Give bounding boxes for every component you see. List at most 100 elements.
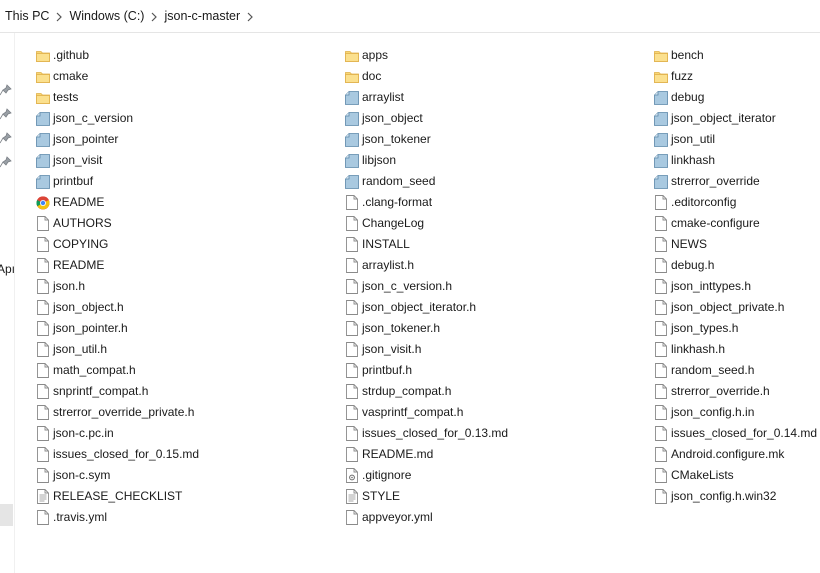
file-item[interactable]: README: [36, 192, 345, 213]
file-item[interactable]: STYLE: [345, 486, 654, 507]
file-item[interactable]: json_object_iterator.h: [345, 297, 654, 318]
file-name: README.md: [362, 447, 434, 461]
file-item[interactable]: .travis.yml: [36, 507, 345, 528]
file-item[interactable]: linkhash.h: [654, 339, 820, 360]
file-item[interactable]: printbuf: [36, 171, 345, 192]
file-name: fuzz: [671, 69, 694, 83]
file-icon: [36, 279, 50, 295]
file-item[interactable]: json_util.h: [36, 339, 345, 360]
chevron-right-icon[interactable]: [50, 9, 68, 23]
file-item[interactable]: vasprintf_compat.h: [345, 402, 654, 423]
file-item[interactable]: .editorconfig: [654, 192, 820, 213]
file-item[interactable]: json_pointer: [36, 129, 345, 150]
breadcrumb-json-c-master[interactable]: json-c-master: [163, 9, 241, 23]
file-item[interactable]: strerror_override: [654, 171, 820, 192]
file-item[interactable]: .clang-format: [345, 192, 654, 213]
file-item[interactable]: json_config.h.in: [654, 402, 820, 423]
pin-icon[interactable]: [0, 84, 12, 96]
pin-icon[interactable]: [0, 108, 12, 120]
file-item[interactable]: json_util: [654, 129, 820, 150]
file-item[interactable]: json_types.h: [654, 318, 820, 339]
file-item[interactable]: arraylist.h: [345, 255, 654, 276]
file-item[interactable]: json_c_version: [36, 108, 345, 129]
file-item[interactable]: json-c.pc.in: [36, 423, 345, 444]
file-icon: [654, 321, 668, 337]
nav-item-label[interactable]: Apı: [0, 262, 15, 276]
chevron-right-icon[interactable]: [241, 9, 259, 23]
file-item[interactable]: json_tokener.h: [345, 318, 654, 339]
breadcrumb-this-pc[interactable]: This PC: [4, 9, 50, 23]
nav-selected-item[interactable]: [0, 504, 13, 526]
file-item[interactable]: arraylist: [345, 87, 654, 108]
file-item[interactable]: README: [36, 255, 345, 276]
file-name: bench: [671, 48, 704, 62]
file-item[interactable]: strdup_compat.h: [345, 381, 654, 402]
file-item[interactable]: apps: [345, 45, 654, 66]
file-item[interactable]: AUTHORS: [36, 213, 345, 234]
file-item[interactable]: cmake: [36, 66, 345, 87]
file-item[interactable]: Android.configure.mk: [654, 444, 820, 465]
file-item[interactable]: CMakeLists: [654, 465, 820, 486]
file-name: Android.configure.mk: [671, 447, 785, 461]
file-item[interactable]: NEWS: [654, 234, 820, 255]
file-name: json_c_version: [53, 111, 134, 125]
file-item[interactable]: COPYING: [36, 234, 345, 255]
file-item[interactable]: json_c_version.h: [345, 276, 654, 297]
file-item[interactable]: ChangeLog: [345, 213, 654, 234]
file-name: issues_closed_for_0.14.md: [671, 426, 818, 440]
file-item[interactable]: json_tokener: [345, 129, 654, 150]
file-item[interactable]: strerror_override_private.h: [36, 402, 345, 423]
file-name: snprintf_compat.h: [53, 384, 149, 398]
file-item[interactable]: bench: [654, 45, 820, 66]
file-item[interactable]: json_object.h: [36, 297, 345, 318]
chevron-right-icon[interactable]: [145, 9, 163, 23]
breadcrumb-windows-c[interactable]: Windows (C:): [68, 9, 145, 23]
file-item[interactable]: appveyor.yml: [345, 507, 654, 528]
file-item[interactable]: json.h: [36, 276, 345, 297]
file-icon: [36, 321, 50, 337]
file-name: .gitignore: [362, 468, 412, 482]
file-item[interactable]: random_seed.h: [654, 360, 820, 381]
file-item[interactable]: RELEASE_CHECKLIST: [36, 486, 345, 507]
file-item[interactable]: INSTALL: [345, 234, 654, 255]
file-item[interactable]: json_pointer.h: [36, 318, 345, 339]
file-item[interactable]: json_config.h.win32: [654, 486, 820, 507]
file-item[interactable]: json_inttypes.h: [654, 276, 820, 297]
file-item[interactable]: .github: [36, 45, 345, 66]
file-item[interactable]: debug.h: [654, 255, 820, 276]
file-item[interactable]: json_object: [345, 108, 654, 129]
file-name: README: [53, 195, 105, 209]
file-item[interactable]: tests: [36, 87, 345, 108]
file-item[interactable]: libjson: [345, 150, 654, 171]
file-item[interactable]: printbuf.h: [345, 360, 654, 381]
file-item[interactable]: issues_closed_for_0.15.md: [36, 444, 345, 465]
folder-icon: [345, 69, 359, 85]
file-item[interactable]: json_visit: [36, 150, 345, 171]
file-item[interactable]: issues_closed_for_0.13.md: [345, 423, 654, 444]
file-item[interactable]: doc: [345, 66, 654, 87]
file-item[interactable]: cmake-configure: [654, 213, 820, 234]
address-bar[interactable]: This PC Windows (C:) json-c-master: [0, 0, 820, 33]
file-item[interactable]: snprintf_compat.h: [36, 381, 345, 402]
file-item[interactable]: random_seed: [345, 171, 654, 192]
file-item[interactable]: .gitignore: [345, 465, 654, 486]
file-item[interactable]: debug: [654, 87, 820, 108]
file-item[interactable]: math_compat.h: [36, 360, 345, 381]
file-icon: [654, 447, 668, 463]
file-item[interactable]: issues_closed_for_0.14.md: [654, 423, 820, 444]
file-item[interactable]: json_object_private.h: [654, 297, 820, 318]
file-item[interactable]: README.md: [345, 444, 654, 465]
file-name: printbuf: [53, 174, 94, 188]
file-icon: [654, 300, 668, 316]
file-item[interactable]: linkhash: [654, 150, 820, 171]
file-item[interactable]: json_visit.h: [345, 339, 654, 360]
file-name: cmake: [53, 69, 89, 83]
file-item[interactable]: strerror_override.h: [654, 381, 820, 402]
file-icon: [345, 426, 359, 442]
file-name: json.h: [53, 279, 86, 293]
pin-icon[interactable]: [0, 156, 12, 168]
file-item[interactable]: fuzz: [654, 66, 820, 87]
file-item[interactable]: json_object_iterator: [654, 108, 820, 129]
pin-icon[interactable]: [0, 132, 12, 144]
file-item[interactable]: json-c.sym: [36, 465, 345, 486]
